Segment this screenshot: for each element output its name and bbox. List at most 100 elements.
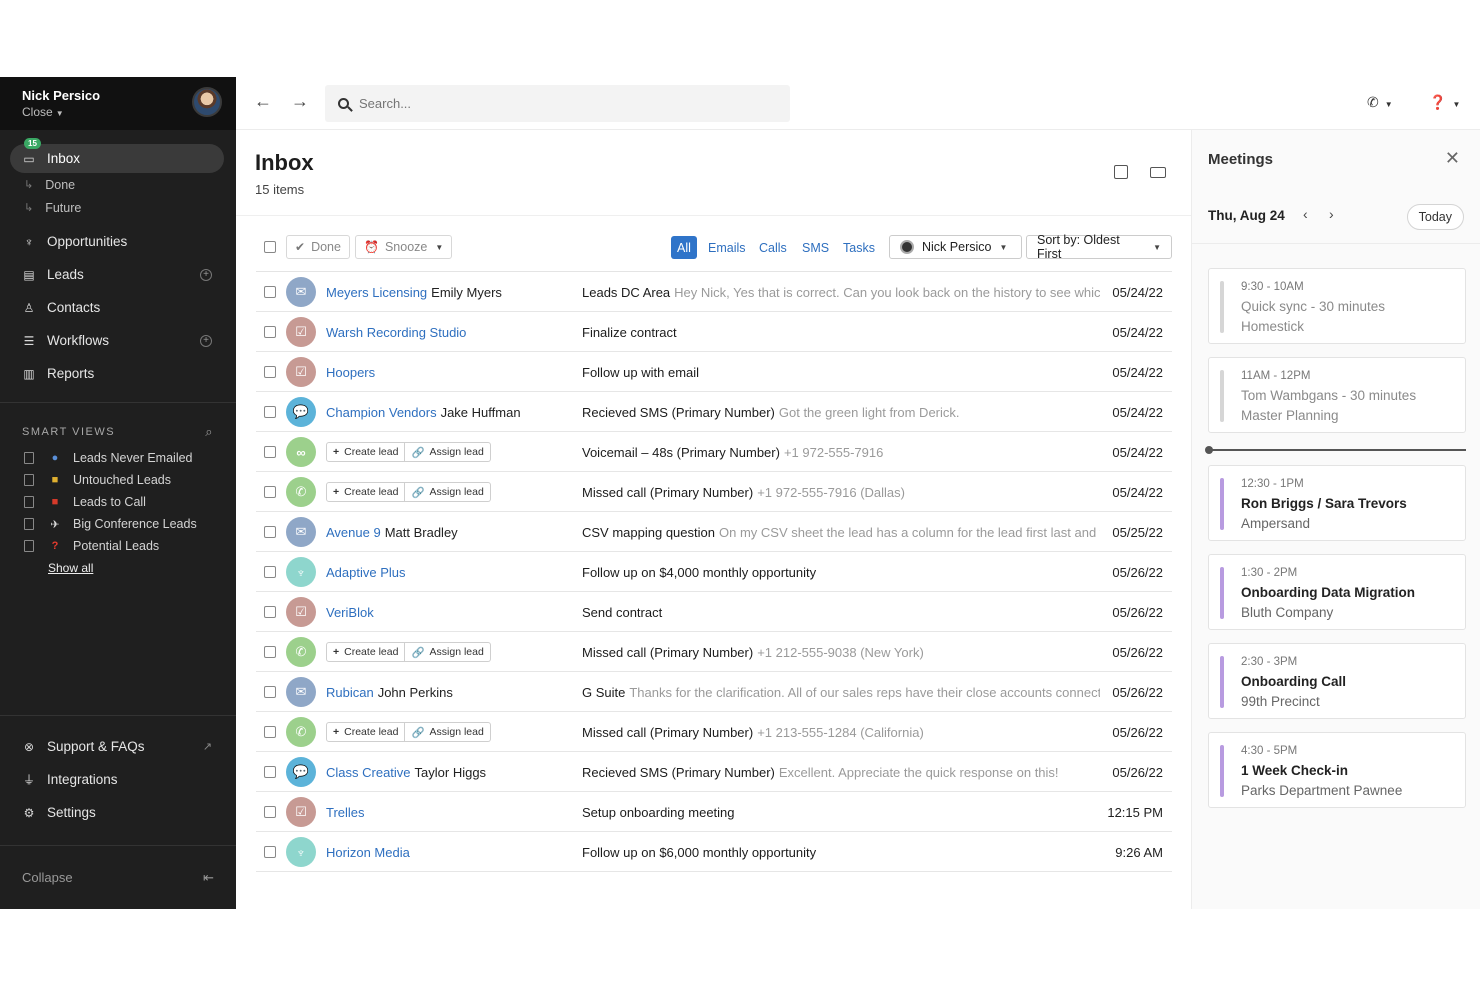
- inbox-row[interactable]: ✆ + Create lead 🔗 Assign lead Missed call …: [256, 472, 1172, 512]
- inbox-row[interactable]: 💬 Class Creative Taylor Higgs Recieved SM…: [256, 752, 1172, 792]
- contact-name[interactable]: Matt Bradley: [385, 525, 458, 540]
- row-checkbox[interactable]: [264, 366, 276, 378]
- owner-select[interactable]: Nick Persico ▼: [889, 235, 1022, 259]
- inbox-row[interactable]: ☑ Hoopers Follow up with email 05/24/22: [256, 352, 1172, 392]
- lead-link[interactable]: Trelles: [326, 805, 365, 820]
- subject-cell[interactable]: Send contract: [582, 605, 1100, 620]
- filter-calls[interactable]: Calls: [753, 236, 793, 259]
- meeting-card[interactable]: 1:30 - 2PM Onboarding Data Migration Blu…: [1208, 554, 1466, 630]
- sidebar-subitem-future[interactable]: ↳ Future: [0, 196, 236, 219]
- assign-lead-button[interactable]: 🔗 Assign lead: [405, 442, 491, 462]
- lead-link[interactable]: VeriBlok: [326, 605, 374, 620]
- sidebar-item-inbox[interactable]: 15 ▭ Inbox: [10, 138, 224, 173]
- row-checkbox[interactable]: [264, 326, 276, 338]
- lead-link[interactable]: Avenue 9: [326, 525, 381, 540]
- inbox-row[interactable]: ☑ Warsh Recording Studio Finalize contra…: [256, 312, 1172, 352]
- subject-cell[interactable]: G Suite Thanks for the clarification. All…: [582, 685, 1100, 700]
- subject-cell[interactable]: Recieved SMS (Primary Number) Excellent. …: [582, 765, 1100, 780]
- row-checkbox[interactable]: [264, 486, 276, 498]
- inbox-row[interactable]: ✆ + Create lead 🔗 Assign lead Missed call …: [256, 712, 1172, 752]
- subject-cell[interactable]: Voicemail – 48s (Primary Number) +1 972-5…: [582, 445, 1100, 460]
- inbox-row[interactable]: ✉ Meyers Licensing Emily Myers Leads DC A…: [256, 272, 1172, 312]
- phone-menu[interactable]: ✆ ▼: [1367, 94, 1393, 111]
- sidebar-item-leads[interactable]: ▤ Leads +: [0, 258, 236, 291]
- lead-link[interactable]: Rubican: [326, 685, 374, 700]
- show-all-link[interactable]: Show all: [0, 557, 236, 579]
- create-lead-button[interactable]: + Create lead: [326, 642, 406, 662]
- done-button[interactable]: ✔ Done: [286, 235, 350, 259]
- filter-emails[interactable]: Emails: [702, 236, 752, 259]
- subject-cell[interactable]: CSV mapping question On my CSV sheet the …: [582, 525, 1100, 540]
- meeting-card[interactable]: 4:30 - 5PM 1 Week Check-in Parks Departm…: [1208, 732, 1466, 808]
- lead-link[interactable]: Horizon Media: [326, 845, 410, 860]
- contact-name[interactable]: John Perkins: [378, 685, 453, 700]
- inbox-row[interactable]: ✆ + Create lead 🔗 Assign lead Missed call …: [256, 632, 1172, 672]
- row-checkbox[interactable]: [264, 846, 276, 858]
- meeting-card[interactable]: 2:30 - 3PM Onboarding Call 99th Precinct: [1208, 643, 1466, 719]
- subject-cell[interactable]: Missed call (Primary Number) +1 212-555-9…: [582, 645, 1100, 660]
- org-switcher[interactable]: Close ▼: [22, 105, 214, 119]
- smart-view-item[interactable]: ✈ Big Conference Leads: [0, 513, 236, 535]
- row-checkbox[interactable]: [264, 686, 276, 698]
- calendar-icon[interactable]: [1114, 165, 1128, 179]
- lead-link[interactable]: Adaptive Plus: [326, 565, 406, 580]
- filter-tasks[interactable]: Tasks: [837, 236, 881, 259]
- create-lead-button[interactable]: + Create lead: [326, 722, 406, 742]
- add-workflow-icon[interactable]: +: [200, 334, 212, 347]
- help-menu[interactable]: ❓ ▼: [1429, 94, 1460, 111]
- snooze-button[interactable]: ⏰ Snooze ▼: [355, 235, 453, 259]
- collapse-sidebar-button[interactable]: Collapse ⇤: [0, 845, 236, 909]
- row-checkbox[interactable]: [264, 526, 276, 538]
- sidebar-item-contacts[interactable]: ♙ Contacts: [0, 291, 236, 324]
- sidebar-item-settings[interactable]: ⚙ Settings: [0, 796, 236, 829]
- lead-link[interactable]: Class Creative: [326, 765, 411, 780]
- sidebar-item-support[interactable]: ⊗ Support & FAQs ↗: [0, 730, 236, 763]
- contact-name[interactable]: Jake Huffman: [441, 405, 521, 420]
- assign-lead-button[interactable]: 🔗 Assign lead: [405, 722, 491, 742]
- assign-lead-button[interactable]: 🔗 Assign lead: [405, 482, 491, 502]
- smart-view-item[interactable]: ? Potential Leads: [0, 535, 236, 557]
- contact-name[interactable]: Taylor Higgs: [415, 765, 487, 780]
- sidebar-item-reports[interactable]: ▥ Reports: [0, 357, 236, 390]
- chevron-right-icon[interactable]: ›: [1329, 206, 1334, 222]
- sidebar-subitem-done[interactable]: ↳ Done: [0, 173, 236, 196]
- add-lead-icon[interactable]: +: [200, 268, 212, 281]
- meeting-card[interactable]: 11AM - 12PM Tom Wambgans - 30 minutes Ma…: [1208, 357, 1466, 433]
- forward-arrow-icon[interactable]: →: [291, 91, 309, 112]
- keyboard-icon[interactable]: [1150, 167, 1166, 178]
- inbox-row[interactable]: ♆ Horizon Media Follow up on $6,000 mont…: [256, 832, 1172, 872]
- search-icon[interactable]: ⌕: [205, 424, 214, 440]
- assign-lead-button[interactable]: 🔗 Assign lead: [405, 642, 491, 662]
- inbox-row[interactable]: ☑ VeriBlok Send contract 05/26/22: [256, 592, 1172, 632]
- inbox-row[interactable]: ♆ Adaptive Plus Follow up on $4,000 mont…: [256, 552, 1172, 592]
- inbox-row[interactable]: ∞ + Create lead 🔗 Assign lead Voicemail – …: [256, 432, 1172, 472]
- lead-link[interactable]: Meyers Licensing: [326, 285, 427, 300]
- inbox-row[interactable]: ✉ Rubican John Perkins G Suite Thanks for …: [256, 672, 1172, 712]
- filter-all[interactable]: All: [671, 236, 697, 259]
- sidebar-item-integrations[interactable]: ⏚ Integrations: [0, 763, 236, 796]
- meeting-card[interactable]: 12:30 - 1PM Ron Briggs / Sara Trevors Am…: [1208, 465, 1466, 541]
- lead-link[interactable]: Warsh Recording Studio: [326, 325, 466, 340]
- subject-cell[interactable]: Missed call (Primary Number) +1 213-555-1…: [582, 725, 1100, 740]
- user-menu[interactable]: Nick Persico Close ▼: [0, 77, 236, 130]
- back-arrow-icon[interactable]: ←: [254, 91, 272, 112]
- row-checkbox[interactable]: [264, 726, 276, 738]
- row-checkbox[interactable]: [264, 606, 276, 618]
- select-all-checkbox[interactable]: [264, 241, 276, 253]
- search-box[interactable]: [325, 85, 790, 122]
- row-checkbox[interactable]: [264, 406, 276, 418]
- subject-cell[interactable]: Setup onboarding meeting: [582, 805, 1100, 820]
- close-icon[interactable]: ✕: [1445, 148, 1460, 169]
- create-lead-button[interactable]: + Create lead: [326, 482, 406, 502]
- row-checkbox[interactable]: [264, 646, 276, 658]
- avatar[interactable]: [192, 87, 222, 117]
- lead-link[interactable]: Champion Vendors: [326, 405, 437, 420]
- chevron-left-icon[interactable]: ‹: [1303, 206, 1308, 222]
- create-lead-button[interactable]: + Create lead: [326, 442, 406, 462]
- subject-cell[interactable]: Recieved SMS (Primary Number) Got the gre…: [582, 405, 1100, 420]
- contact-name[interactable]: Emily Myers: [431, 285, 502, 300]
- meeting-card[interactable]: 9:30 - 10AM Quick sync - 30 minutes Home…: [1208, 268, 1466, 344]
- smart-view-item[interactable]: ■ Leads to Call: [0, 491, 236, 513]
- smart-view-item[interactable]: ■ Untouched Leads: [0, 469, 236, 491]
- sidebar-item-workflows[interactable]: ☰ Workflows +: [0, 324, 236, 357]
